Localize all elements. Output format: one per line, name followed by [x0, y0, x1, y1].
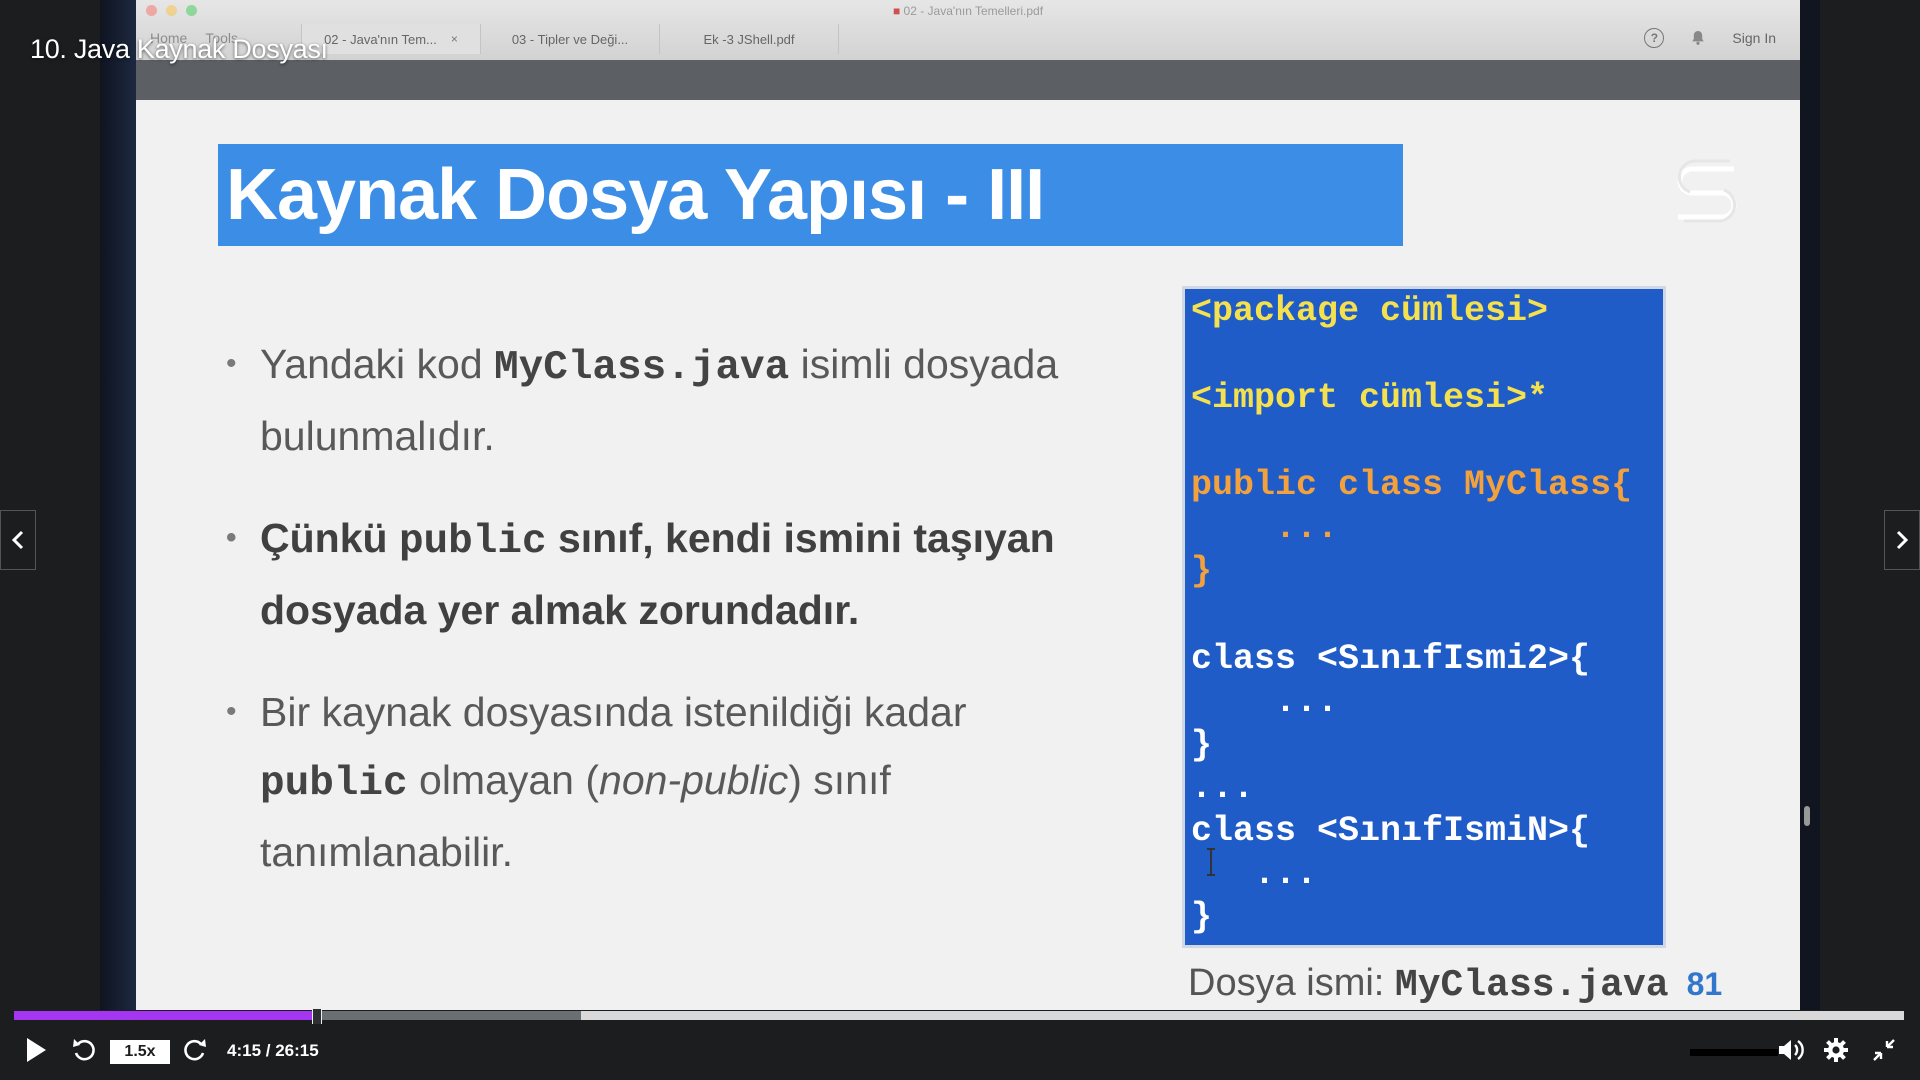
code-sample: <package cümlesi> <import cümlesi>* publ…	[1182, 286, 1666, 948]
lecture-title: 10. Java Kaynak Dosyası	[30, 34, 328, 64]
code-line: class <SınıfIsmi2>{	[1191, 639, 1591, 679]
playback-speed-button[interactable]: 1.5x	[110, 1040, 170, 1064]
pdf-icon: ■	[892, 4, 901, 18]
code-line: <package cümlesi>	[1191, 291, 1549, 331]
code-line: }	[1191, 551, 1213, 591]
bullet-list: • Yandaki kod MyClass.java isimli dosyad…	[220, 330, 1120, 920]
bullet-item-3: • Bir kaynak dosyasında istenildiği kada…	[220, 678, 1120, 886]
bell-icon	[1692, 31, 1705, 45]
bullet-dot-icon: •	[226, 695, 237, 728]
doc-tab-3: Ek -3 JShell.pdf	[659, 24, 839, 54]
document-title: ■ 02 - Java'nın Temelleri.pdf	[892, 4, 1044, 18]
volume-icon[interactable]	[1776, 1036, 1804, 1064]
course-logo-icon	[1677, 159, 1737, 223]
desktop-edge-right	[1800, 0, 1820, 1010]
doc-tab-label: 02 - Java'nın Tem...	[324, 31, 437, 47]
viewer-actions: ? Sign In	[1644, 28, 1776, 48]
sign-in-link: Sign In	[1732, 30, 1776, 46]
code-line: class <SınıfIsmiN>{	[1191, 811, 1591, 851]
settings-gear-icon[interactable]	[1822, 1036, 1850, 1064]
document-tabs: 02 - Java'nın Tem... × 03 - Tipler ve De…	[301, 24, 839, 54]
chevron-left-icon	[11, 530, 24, 550]
bullet-dot-icon: •	[226, 521, 237, 554]
code-line: public class MyClass{	[1191, 465, 1633, 505]
chevron-right-icon	[1896, 530, 1909, 550]
viewer-page-gap	[136, 60, 1800, 100]
doc-tab-2: 03 - Tipler ve Deği...	[480, 24, 659, 54]
play-icon[interactable]	[24, 1036, 48, 1064]
code-line: ...	[1191, 768, 1255, 808]
slide-title-bar: Kaynak Dosya Yapısı - III	[218, 144, 1403, 246]
forward-icon[interactable]	[181, 1036, 209, 1064]
code-line: }	[1191, 897, 1213, 937]
exit-fullscreen-icon[interactable]	[1870, 1036, 1898, 1064]
slide-title: Kaynak Dosya Yapısı - III	[226, 155, 1045, 235]
player-controls: 1.5x 4:15 / 26:15	[0, 1024, 1920, 1080]
close-tab-icon: ×	[450, 32, 458, 46]
text-cursor-icon	[1207, 848, 1215, 876]
progress-played	[14, 1011, 317, 1020]
time-display: 4:15 / 26:15	[227, 1041, 319, 1060]
bullet-item-1: • Yandaki kod MyClass.java isimli dosyad…	[220, 330, 1120, 470]
progress-bar[interactable]	[14, 1008, 1904, 1025]
volume-slider[interactable]	[1690, 1049, 1778, 1056]
code-line: ...	[1191, 508, 1339, 548]
rewind-icon[interactable]	[70, 1036, 98, 1064]
progress-handle[interactable]	[312, 1008, 323, 1025]
help-icon: ?	[1644, 28, 1665, 48]
bullet-item-2: • Çünkü public sınıf, kendi ismini taşıy…	[220, 504, 1120, 644]
previous-lecture-button[interactable]	[0, 510, 36, 570]
doc-tab-label: 03 - Tipler ve Deği...	[511, 31, 629, 47]
viewer-scrollbar	[1804, 806, 1810, 826]
code-line: ...	[1191, 682, 1339, 722]
code-line: }	[1191, 725, 1213, 765]
slide: Kaynak Dosya Yapısı - III • Yandaki kod …	[136, 100, 1800, 1010]
code-line: <import cümlesi>*	[1191, 378, 1549, 418]
bullet-dot-icon: •	[226, 347, 237, 380]
pdf-viewer-toolbar: ■ 02 - Java'nın Temelleri.pdf Home Tools…	[136, 0, 1800, 61]
file-name-caption: Dosya ismi: MyClass.java 81	[1188, 962, 1723, 1007]
next-lecture-button[interactable]	[1884, 510, 1920, 570]
desktop-edge-left	[100, 0, 136, 1010]
page-number: 81	[1686, 966, 1723, 1002]
doc-tab-label: Ek -3 JShell.pdf	[703, 31, 795, 47]
